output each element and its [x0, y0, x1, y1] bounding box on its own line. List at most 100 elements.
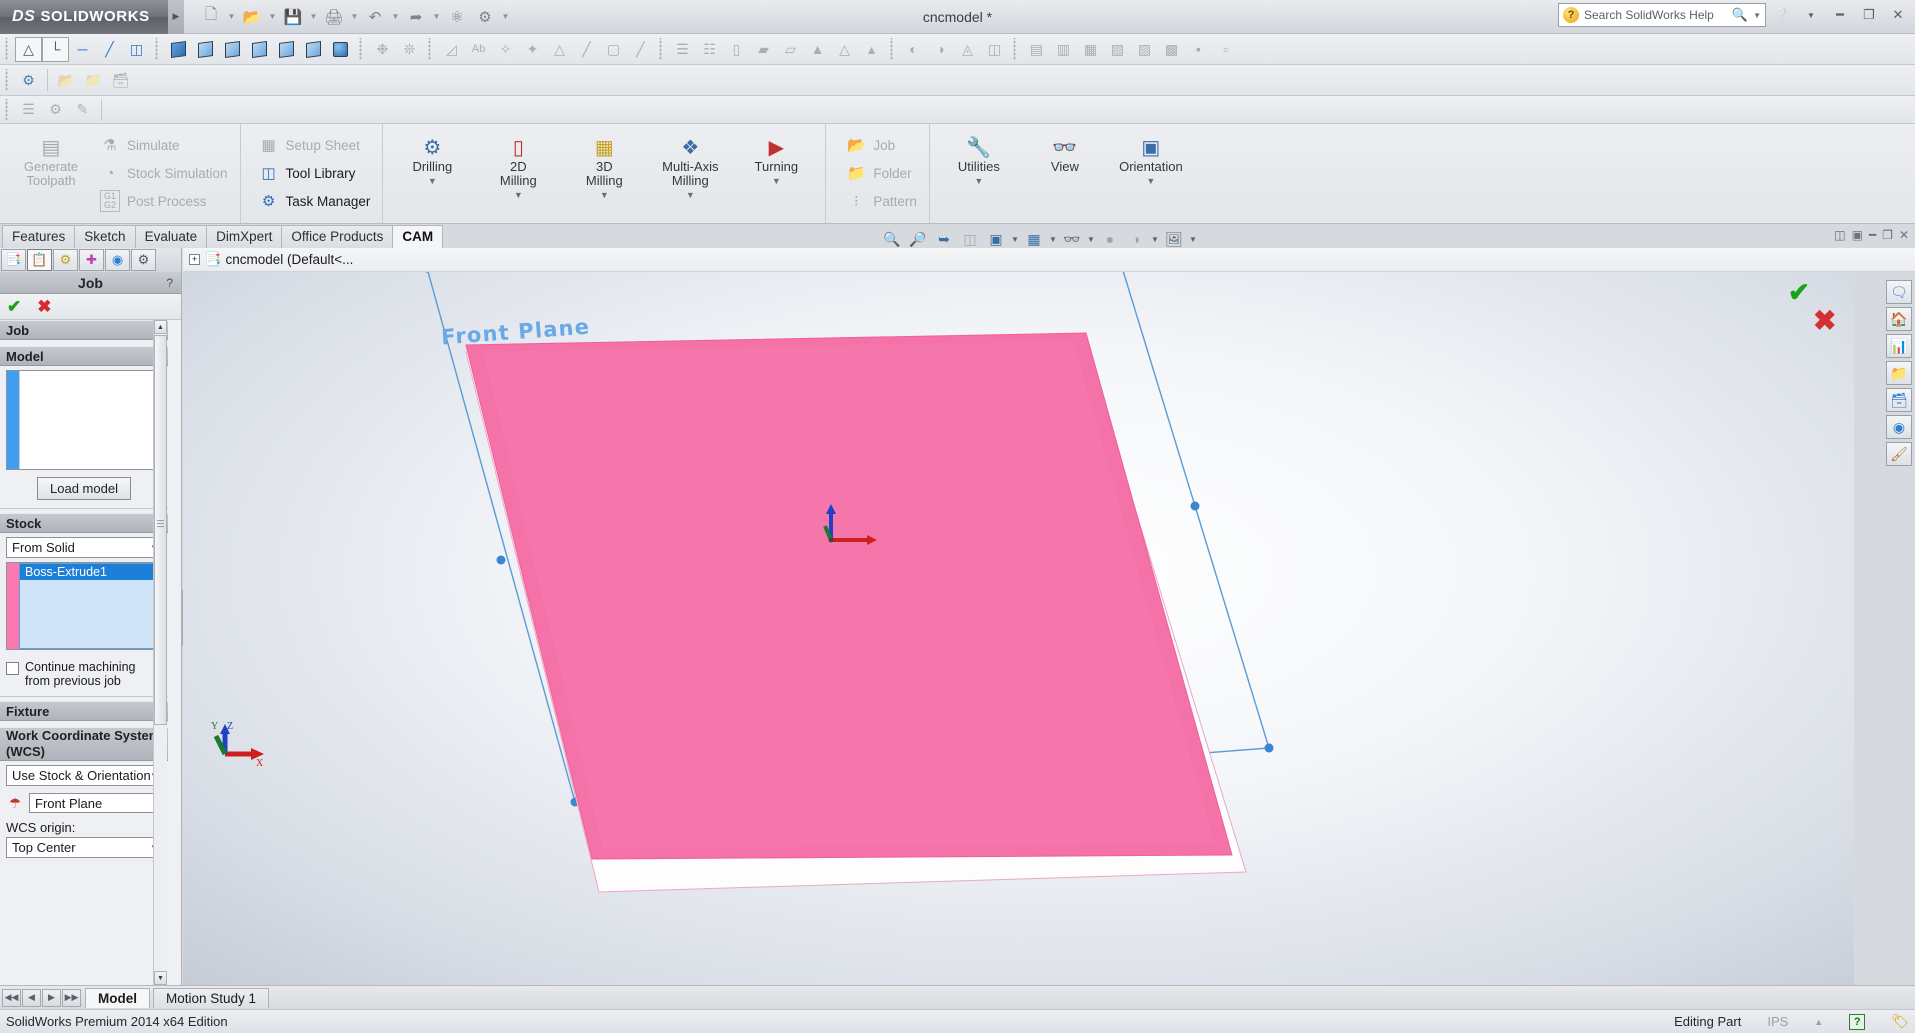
- apply-scene-chevron-down-icon[interactable]: ▼: [1150, 235, 1160, 244]
- rebuild-status-icon[interactable]: ?: [1849, 1014, 1865, 1030]
- help-chevron-down-icon[interactable]: ▼: [1798, 3, 1824, 27]
- view-back-icon[interactable]: [300, 37, 327, 62]
- options-gear-icon[interactable]: ⚙: [472, 5, 498, 29]
- setup-sheet-item[interactable]: ▦ Setup Sheet: [253, 132, 377, 158]
- select-chevron-down-icon[interactable]: ▼: [431, 12, 442, 21]
- view-orientation-icon[interactable]: ▣: [984, 228, 1008, 250]
- scroll-down-button[interactable]: ▼: [154, 971, 167, 985]
- view-right-icon[interactable]: [246, 37, 273, 62]
- minimize-button[interactable]: ━: [1827, 3, 1853, 27]
- toolbar-grip-5[interactable]: [657, 38, 666, 60]
- surface-finish-icon[interactable]: ✧: [492, 37, 519, 62]
- point-icon[interactable]: └: [42, 37, 69, 62]
- section-view-icon[interactable]: ◫: [958, 228, 982, 250]
- group-align-icon[interactable]: ▫: [1212, 37, 1239, 62]
- turning-chevron-down-icon[interactable]: ▼: [772, 176, 781, 186]
- plane-handle[interactable]: [423, 272, 432, 273]
- post-process-item[interactable]: G1G2 Post Process: [94, 188, 234, 214]
- insert-folder-item[interactable]: 📁 Folder: [840, 160, 923, 186]
- zebra-stripes-icon[interactable]: ❊: [396, 37, 423, 62]
- print-chevron-down-icon[interactable]: ▼: [349, 12, 360, 21]
- insert-job-item[interactable]: 📂 Job: [840, 132, 923, 158]
- tag-icon[interactable]: 🏷: [1891, 1013, 1909, 1030]
- edit-appearance-icon[interactable]: ●: [1098, 228, 1122, 250]
- new-document-icon[interactable]: 🗋: [198, 5, 224, 29]
- property-manager-scrollbar[interactable]: ▲ ▼: [153, 320, 167, 985]
- units-text[interactable]: IPS: [1767, 1014, 1788, 1029]
- 2d-milling-chevron-down-icon[interactable]: ▼: [514, 190, 523, 200]
- search-chevron-down-icon[interactable]: ▼: [1753, 11, 1761, 20]
- appearances-scenes-icon[interactable]: 🖌: [1886, 442, 1912, 466]
- helix-icon[interactable]: ◫: [123, 37, 150, 62]
- view-front-icon[interactable]: [192, 37, 219, 62]
- 2d-milling-button[interactable]: ▯ 2D Milling ▼: [475, 128, 561, 223]
- last-tab-button[interactable]: ▶▶: [62, 989, 81, 1007]
- tab-cam[interactable]: CAM: [392, 225, 443, 248]
- display-manager-tab[interactable]: ◉: [105, 249, 130, 271]
- toolbar-grip-6[interactable]: [888, 38, 897, 60]
- options-chevron-down-icon[interactable]: ▼: [500, 12, 511, 21]
- graphics-viewport[interactable]: Front Plane X Z Y ✔ ✖: [183, 272, 1854, 985]
- view-normal-to-icon[interactable]: [327, 37, 354, 62]
- predefined-view-icon[interactable]: ▴: [858, 37, 885, 62]
- plane-handle[interactable]: [1265, 744, 1274, 753]
- tree-root-label[interactable]: cncmodel (Default<...: [225, 252, 353, 267]
- datum-feature-icon[interactable]: △: [546, 37, 573, 62]
- toolbar-grip[interactable]: [3, 38, 12, 60]
- tab-dimxpert[interactable]: DimXpert: [206, 225, 282, 248]
- section-header-fixture[interactable]: Fixture: [0, 701, 168, 721]
- view-palette-icon[interactable]: ◉: [1886, 415, 1912, 439]
- configuration-manager-tab[interactable]: ⚙: [53, 249, 78, 271]
- toolpath-simulate-icon[interactable]: ⚙: [42, 97, 69, 122]
- previous-view-icon[interactable]: ➥: [932, 228, 956, 250]
- wcs-plane-field[interactable]: Front Plane: [29, 793, 162, 813]
- continue-machining-checkbox[interactable]: [6, 662, 19, 675]
- annotation-text-icon[interactable]: Ab: [465, 37, 492, 62]
- rebuild-icon[interactable]: ⚛: [444, 5, 470, 29]
- view-settings-chevron-down-icon[interactable]: ▼: [1188, 235, 1198, 244]
- first-tab-button[interactable]: ◀◀: [2, 989, 21, 1007]
- view-minimize-button[interactable]: ━: [1869, 228, 1876, 242]
- units-chevron-up-icon[interactable]: ▲: [1814, 1017, 1823, 1027]
- align-center-icon[interactable]: ▥: [1050, 37, 1077, 62]
- display-style-icon[interactable]: ▦: [1022, 228, 1046, 250]
- model-selection-listbox[interactable]: [6, 370, 162, 470]
- scroll-up-button[interactable]: ▲: [154, 320, 167, 334]
- 3d-milling-button[interactable]: ▦ 3D Milling ▼: [561, 128, 647, 223]
- stock-body-list[interactable]: Boss-Extrude1: [19, 563, 161, 649]
- hide-edges-icon[interactable]: ◐: [900, 37, 927, 62]
- help-icon[interactable]: ?: [166, 276, 173, 290]
- file-explorer-icon[interactable]: 🗃: [1886, 388, 1912, 412]
- tab-sketch[interactable]: Sketch: [74, 225, 135, 248]
- select-cursor-icon[interactable]: ➦: [403, 5, 429, 29]
- plane-handle[interactable]: [1191, 502, 1200, 511]
- simulate-item[interactable]: ⚗ Simulate: [94, 132, 234, 158]
- centerline-icon[interactable]: ╱: [627, 37, 654, 62]
- 3d-milling-chevron-down-icon[interactable]: ▼: [600, 190, 609, 200]
- continue-machining-row[interactable]: Continue machining from previous job: [0, 654, 168, 692]
- view-restore-button[interactable]: ❐: [1882, 228, 1893, 242]
- property-manager-tab[interactable]: 📋: [27, 249, 52, 271]
- layer-icon[interactable]: ◫: [981, 37, 1008, 62]
- zoom-to-fit-icon[interactable]: 🔍: [880, 228, 904, 250]
- toolbar-grip-7[interactable]: [1011, 38, 1020, 60]
- close-button[interactable]: ✕: [1885, 3, 1911, 27]
- tab-evaluate[interactable]: Evaluate: [135, 225, 208, 248]
- save-icon[interactable]: 💾: [280, 5, 306, 29]
- list-item[interactable]: Boss-Extrude1: [20, 564, 160, 580]
- distribute-v-icon[interactable]: ▪: [1185, 37, 1212, 62]
- undo-icon[interactable]: ↶: [362, 5, 388, 29]
- toolpath-pattern-icon[interactable]: ☰: [15, 97, 42, 122]
- next-tab-button[interactable]: ▶: [42, 989, 61, 1007]
- dimxpert-manager-tab[interactable]: ✚: [79, 249, 104, 271]
- accept-button[interactable]: ✔: [7, 297, 21, 317]
- design-library-icon[interactable]: 📁: [1886, 361, 1912, 385]
- distribute-h-icon[interactable]: ▩: [1158, 37, 1185, 62]
- search-icon[interactable]: 🔍: [1732, 7, 1748, 23]
- parallel-lines-icon[interactable]: ╱: [96, 37, 123, 62]
- block-icon[interactable]: ▢: [600, 37, 627, 62]
- display-style-chevron-down-icon[interactable]: ▼: [1048, 235, 1058, 244]
- save-as-icon[interactable]: 🗃: [107, 68, 134, 93]
- tab-office-products[interactable]: Office Products: [281, 225, 393, 248]
- cam-manager-tab[interactable]: ⚙: [131, 249, 156, 271]
